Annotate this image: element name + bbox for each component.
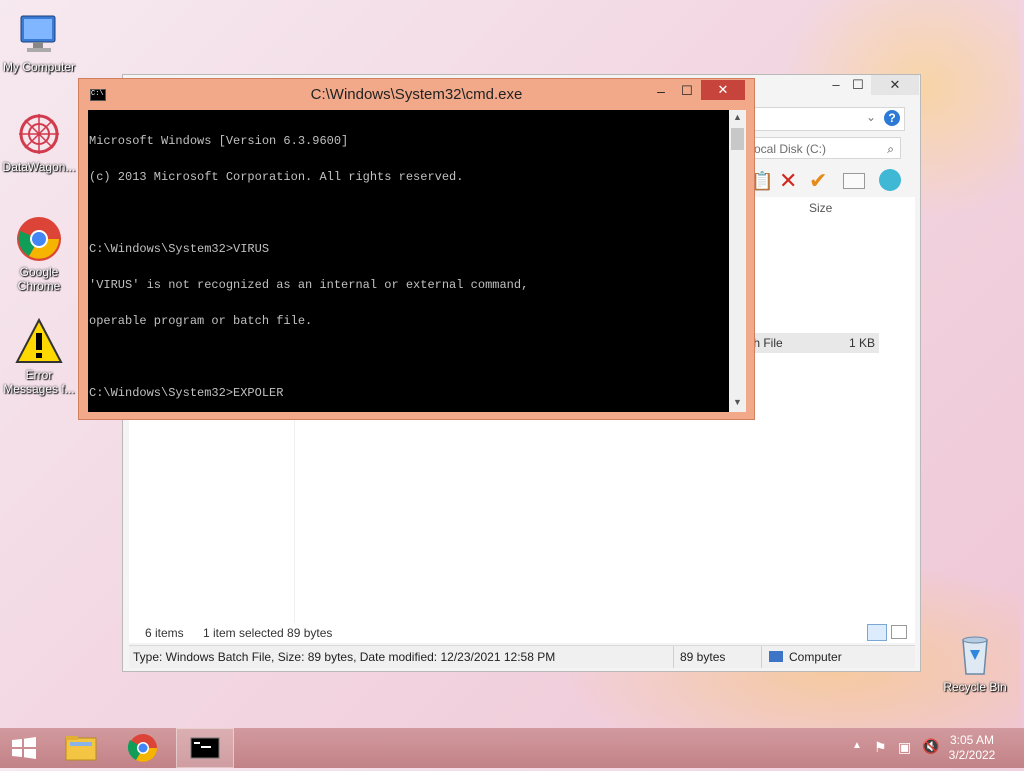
details-bar: Type: Windows Batch File, Size: 89 bytes… bbox=[129, 645, 915, 668]
desktop-icon-label: My Computer bbox=[2, 60, 76, 74]
large-icons-view-icon[interactable] bbox=[891, 625, 907, 639]
desktop-icon-datawagon[interactable]: DataWagon... bbox=[0, 110, 78, 174]
chevron-up-icon[interactable]: ▲ bbox=[852, 740, 862, 751]
windows-logo-icon bbox=[12, 737, 36, 759]
desktop-icon-label: DataWagon... bbox=[2, 160, 76, 174]
delete-icon[interactable]: ✕ bbox=[779, 168, 797, 194]
explorer-toolbar: 📋 ✕ ✔ bbox=[743, 168, 918, 195]
cmd-console[interactable]: Microsoft Windows [Version 6.3.9600] (c)… bbox=[88, 110, 729, 412]
taskbar-file-explorer[interactable] bbox=[52, 728, 110, 768]
taskbar-chrome[interactable] bbox=[114, 728, 172, 768]
console-line: C:\Windows\System32>VIRUS bbox=[89, 242, 270, 256]
taskbar-cmd[interactable] bbox=[176, 728, 234, 768]
close-button[interactable]: ✕ bbox=[871, 75, 919, 95]
chevron-down-icon[interactable]: ⌄ bbox=[866, 110, 876, 124]
search-icon[interactable]: ⌕ bbox=[887, 138, 894, 160]
item-count: 6 items bbox=[145, 626, 184, 640]
volume-muted-icon[interactable]: 🔇 bbox=[922, 738, 939, 754]
taskbar: ▲ ⚑ ▣ 🔇 3:05 AM 3/2/2022 bbox=[0, 728, 1024, 768]
globe-icon[interactable] bbox=[879, 169, 901, 191]
chevron-up-icon[interactable]: ▲ bbox=[733, 112, 742, 122]
close-button[interactable]: ✕ bbox=[701, 80, 745, 100]
chrome-icon bbox=[127, 734, 157, 762]
properties-icon[interactable] bbox=[843, 173, 865, 189]
datawagon-icon bbox=[15, 110, 63, 158]
desktop-icon-google-chrome[interactable]: Google Chrome bbox=[0, 215, 78, 293]
network-icon[interactable]: ▣ bbox=[898, 739, 914, 755]
search-input[interactable]: ocal Disk (C:) ⌕ bbox=[751, 137, 901, 159]
flag-icon[interactable]: ⚑ bbox=[874, 739, 888, 755]
cmd-icon bbox=[190, 737, 220, 759]
selection-info: 1 item selected 89 bytes bbox=[203, 626, 333, 640]
search-input-text: ocal Disk (C:) bbox=[754, 142, 827, 156]
cmd-titlebar[interactable]: C:\ C:\Windows\System32\cmd.exe – ☐ ✕ bbox=[79, 79, 754, 109]
console-line: C:\Windows\System32>EXPOLER bbox=[89, 386, 284, 400]
computer-icon bbox=[15, 10, 63, 58]
checkmark-icon[interactable]: ✔ bbox=[809, 168, 827, 194]
console-line: Microsoft Windows [Version 6.3.9600] bbox=[89, 134, 349, 148]
scrollbar-thumb[interactable] bbox=[731, 128, 744, 150]
desktop-icon-error-messages[interactable]: Error Messages f... bbox=[0, 317, 78, 396]
start-button[interactable] bbox=[0, 728, 48, 768]
column-header-size[interactable]: Size bbox=[809, 201, 832, 215]
maximize-button[interactable]: ☐ bbox=[845, 75, 871, 95]
warning-icon bbox=[15, 317, 63, 366]
vertical-scrollbar[interactable]: ▲ ▼ bbox=[729, 110, 746, 412]
status-bar: 6 items 1 item selected 89 bytes bbox=[129, 623, 915, 643]
clock-date: 3/2/2022 bbox=[948, 748, 996, 762]
minimize-button[interactable]: – bbox=[651, 81, 671, 101]
system-clock[interactable]: 3:05 AM 3/2/2022 bbox=[942, 733, 1002, 763]
recycle-bin-icon bbox=[951, 630, 999, 678]
console-line: (c) 2013 Microsoft Corporation. All righ… bbox=[89, 170, 464, 184]
maximize-button[interactable]: ☐ bbox=[677, 81, 697, 101]
table-row[interactable]: tch File 1 KB bbox=[744, 333, 879, 353]
folder-icon bbox=[65, 736, 97, 761]
help-icon[interactable]: ? bbox=[884, 110, 900, 126]
console-line: 'VIRUS' is not recognized as an internal… bbox=[89, 278, 529, 292]
desktop-icon-label: Recycle Bin bbox=[943, 680, 1007, 694]
console-line: operable program or batch file. bbox=[89, 314, 313, 328]
desktop-icon-label: Google Chrome bbox=[17, 265, 61, 293]
cmd-window[interactable]: C:\ C:\Windows\System32\cmd.exe – ☐ ✕ Mi… bbox=[78, 78, 755, 420]
details-text: Type: Windows Batch File, Size: 89 bytes… bbox=[133, 650, 556, 664]
computer-icon bbox=[769, 651, 783, 662]
chrome-icon bbox=[15, 215, 63, 263]
details-size: 89 bytes bbox=[680, 650, 726, 664]
file-size-cell: 1 KB bbox=[848, 336, 875, 350]
desktop-icon-recycle-bin[interactable]: Recycle Bin bbox=[936, 630, 1014, 694]
desktop-icon-label: Error Messages f... bbox=[3, 368, 75, 396]
details-location: Computer bbox=[789, 650, 842, 664]
clock-time: 3:05 AM bbox=[949, 733, 995, 747]
chevron-down-icon[interactable]: ▼ bbox=[733, 397, 742, 407]
details-view-icon[interactable] bbox=[867, 624, 887, 641]
address-bar[interactable]: ⌄ ? bbox=[743, 107, 905, 131]
desktop-icon-my-computer[interactable]: My Computer bbox=[0, 10, 78, 74]
